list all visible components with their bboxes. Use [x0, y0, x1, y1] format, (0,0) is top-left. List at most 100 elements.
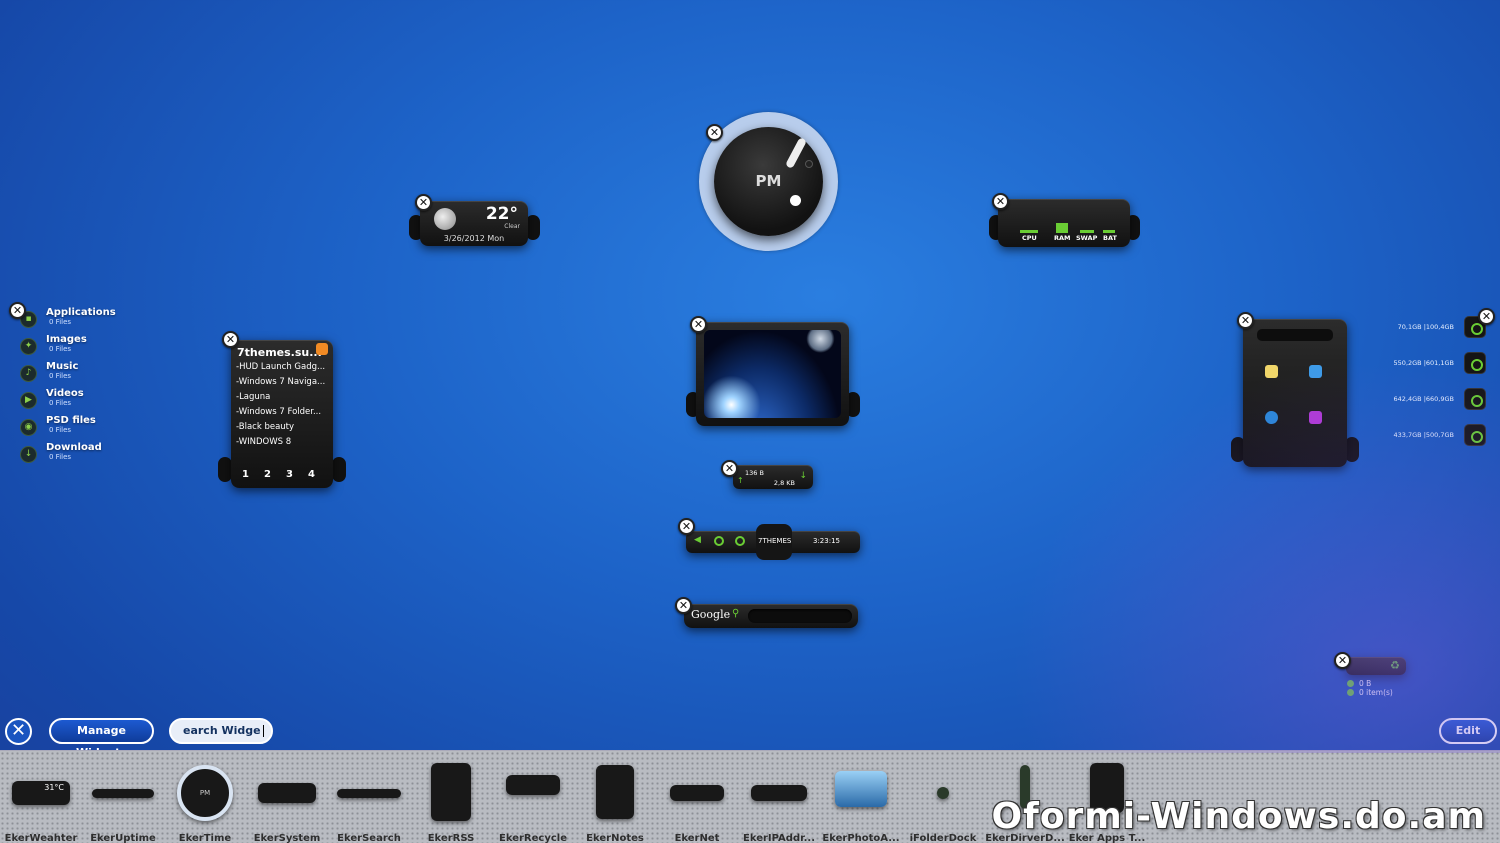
music-icon: ♪: [20, 365, 37, 382]
ip-thumbnail: [751, 785, 807, 801]
exit-widget-mode-button[interactable]: ✕: [5, 718, 32, 745]
place-label: Music: [46, 361, 79, 372]
rss-page-3[interactable]: 3: [285, 469, 294, 480]
place-count: 0 Files: [49, 318, 72, 326]
dock-item-ekernet[interactable]: EkerNet: [656, 751, 738, 843]
close-weather-widget-icon[interactable]: ✕: [415, 194, 432, 211]
power-icon[interactable]: [735, 536, 745, 546]
system-monitor-widget: CPU RAM SWAP BAT: [998, 199, 1130, 247]
place-label: Videos: [46, 388, 84, 399]
dock-item-ekersystem[interactable]: EkerSystem: [246, 751, 328, 843]
weather-temperature: 22°: [485, 204, 518, 224]
place-music[interactable]: ♪ Music 0 Files: [20, 361, 140, 388]
close-uptime-widget-icon[interactable]: ✕: [678, 518, 695, 535]
dock-item-ifolderdock[interactable]: iFolderDock: [902, 751, 984, 843]
dock-item-ekerrecycle[interactable]: EkerRecycle: [492, 751, 574, 843]
close-drives-widget-icon[interactable]: ✕: [1478, 308, 1495, 325]
folderdock-thumbnail: [937, 787, 949, 799]
close-search-widget-icon[interactable]: ✕: [675, 597, 692, 614]
dock-item-ekernotes[interactable]: EkerNotes: [574, 751, 656, 843]
rss-item[interactable]: -Windows 7 Naviga...: [236, 377, 330, 392]
rss-ear-left: [218, 457, 232, 482]
close-net-widget-icon[interactable]: ✕: [721, 460, 738, 477]
dock-item-ekersearch[interactable]: EkerSearch: [328, 751, 410, 843]
rss-page-2[interactable]: 2: [263, 469, 272, 480]
weather-thumb-temp: 31°C: [44, 783, 64, 792]
rss-thumbnail: [431, 763, 471, 821]
google-search-input[interactable]: [748, 609, 852, 623]
close-clock-widget-icon[interactable]: ✕: [706, 124, 723, 141]
net-thumbnail: [670, 785, 724, 801]
place-label: Applications: [46, 307, 116, 318]
dock-item-ekerphotoalbum[interactable]: EkerPhotoA...: [820, 751, 902, 843]
earth-space-image: [704, 330, 841, 418]
weather-condition: Clear: [504, 223, 520, 230]
rss-page-4[interactable]: 4: [307, 469, 316, 480]
drive-usage: 433,7GB |500,7GB: [1393, 431, 1454, 439]
close-apps-widget-icon[interactable]: ✕: [1237, 312, 1254, 329]
places-widget: ▪ Applications 0 Files ✦ Images 0 Files ♪ …: [20, 307, 140, 469]
rss-item[interactable]: -Windows 7 Folder...: [236, 407, 330, 422]
dock-item-ekertime[interactable]: PM EkerTime: [164, 751, 246, 843]
close-places-widget-icon[interactable]: ✕: [9, 302, 26, 319]
dock-item-ekerrss[interactable]: EkerRSS: [410, 751, 492, 843]
manage-widgets-button[interactable]: Manage Widgets: [49, 718, 154, 759]
net-upload-value: 136 B: [745, 469, 764, 477]
cpu-bar: [1020, 230, 1038, 233]
recycle-led-bottom: [1347, 689, 1354, 696]
place-download[interactable]: ↓ Download 0 Files: [20, 442, 140, 469]
close-system-widget-icon[interactable]: ✕: [992, 193, 1009, 210]
rss-item[interactable]: -HUD Launch Gadg...: [236, 362, 330, 377]
apps-ear-right: [1345, 437, 1359, 462]
place-videos[interactable]: ▶ Videos 0 Files: [20, 388, 140, 415]
cpu-label: CPU: [1022, 234, 1037, 242]
rss-feed-icon: [316, 343, 328, 355]
place-label: Images: [46, 334, 87, 345]
search-icon[interactable]: ⚲: [732, 608, 739, 619]
widget-search-input[interactable]: earch Widge: [169, 718, 273, 744]
photo-album-widget[interactable]: [696, 322, 849, 426]
close-rss-widget-icon[interactable]: ✕: [222, 331, 239, 348]
rss-pagination: 1 2 3 4: [241, 469, 316, 480]
clock-thumbnail: PM: [177, 765, 233, 821]
dock-item-ekerweather[interactable]: 31°C EkerWeahter: [0, 751, 82, 843]
back-arrow-icon[interactable]: ◀: [694, 535, 704, 545]
uptime-widget: ◀ 7THEMES 3:23:15: [686, 524, 860, 560]
place-count: 0 Files: [49, 399, 72, 407]
place-images[interactable]: ✦ Images 0 Files: [20, 334, 140, 361]
drive-usage: 642,4GB |660,9GB: [1393, 395, 1454, 403]
drive-usage: 70,1GB |100,4GB: [1397, 323, 1454, 331]
system-thumbnail: [258, 783, 316, 803]
close-photo-widget-icon[interactable]: ✕: [690, 316, 707, 333]
weather-widget: 22° Clear 3/26/2012 Mon: [420, 201, 528, 246]
drive-f[interactable]: 433,7GB |500,7GB: [1394, 424, 1486, 446]
store-app-icon[interactable]: [1309, 365, 1322, 378]
drive-e[interactable]: 642,4GB |660,9GB: [1394, 388, 1486, 410]
dock-caption: EkerRecycle: [499, 833, 567, 843]
restart-icon[interactable]: [714, 536, 724, 546]
drive-c[interactable]: 70,1GB |100,4GB: [1398, 316, 1486, 338]
drive-usage: 550,2GB |601,1GB: [1393, 359, 1454, 367]
rss-item[interactable]: -WINDOWS 8: [236, 437, 330, 452]
rss-page-1[interactable]: 1: [241, 469, 250, 480]
browser-app-icon[interactable]: [1265, 411, 1278, 424]
weather-date: 3/26/2012 Mon: [443, 234, 505, 243]
recycle-bin-widget[interactable]: ♻: [1346, 657, 1406, 675]
rss-item[interactable]: -Black beauty: [236, 422, 330, 437]
dock-item-ekeruptime[interactable]: EkerUptime: [82, 751, 164, 843]
clock-period: PM: [755, 172, 782, 190]
place-applications[interactable]: ▪ Applications 0 Files: [20, 307, 140, 334]
uptime-time: 3:23:15: [813, 537, 840, 545]
bat-bar: [1103, 230, 1115, 233]
close-recycle-widget-icon[interactable]: ✕: [1334, 652, 1351, 669]
folder-app-icon[interactable]: [1265, 365, 1278, 378]
clock-hand: [784, 136, 808, 170]
recycle-icon: ♻: [1390, 659, 1400, 672]
place-psd-files[interactable]: ◉ PSD files 0 Files: [20, 415, 140, 442]
game-app-icon[interactable]: [1309, 411, 1322, 424]
ram-label: RAM: [1054, 234, 1071, 242]
drive-d[interactable]: 550,2GB |601,1GB: [1394, 352, 1486, 374]
rss-item[interactable]: -Laguna: [236, 392, 330, 407]
dock-item-ekeripaddr[interactable]: EkerIPAddr...: [738, 751, 820, 843]
edit-button[interactable]: Edit: [1439, 718, 1497, 744]
